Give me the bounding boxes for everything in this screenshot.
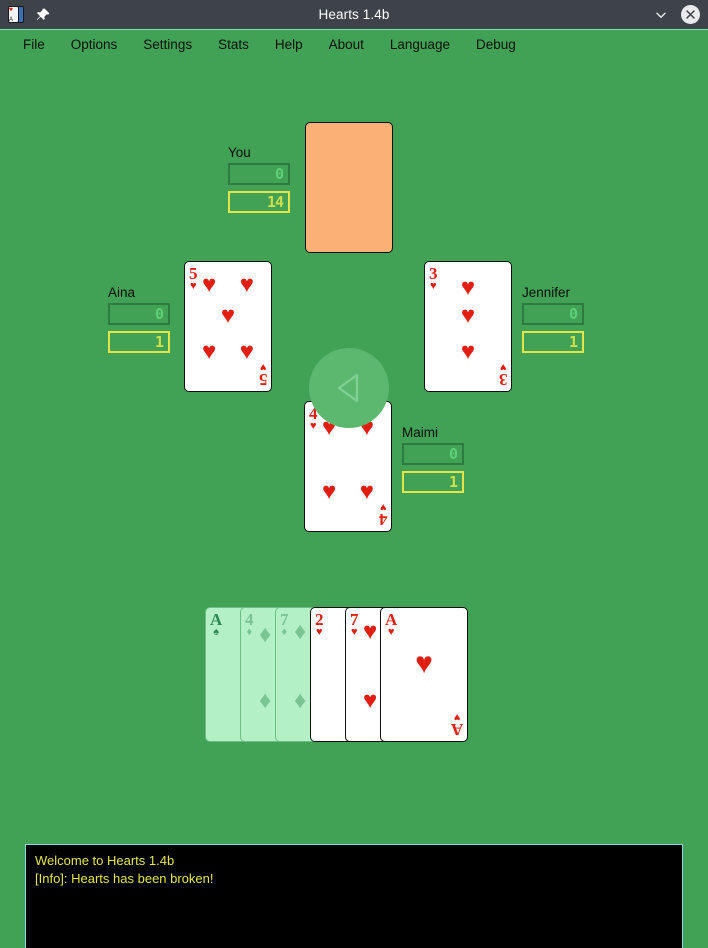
card-pip-hearts: ♥	[239, 271, 255, 299]
turn-direction-indicator	[309, 348, 389, 428]
player-trick-score-maimi: 0	[402, 443, 464, 465]
menu-item-settings[interactable]: Settings	[130, 34, 205, 55]
player-trick-score-jennifer: 0	[522, 303, 584, 325]
player-name-jennifer: Jennifer	[522, 285, 571, 300]
menu-item-about[interactable]: About	[316, 34, 377, 55]
player-total-score-aina: 1	[108, 331, 170, 353]
menu-item-debug[interactable]: Debug	[463, 34, 529, 55]
hand-card-a-hearts[interactable]: A ♥ A ♥ ♥	[380, 607, 468, 742]
player-total-score-maimi: 1	[402, 471, 464, 493]
card-pip-hearts: ♥	[460, 302, 476, 330]
player-panel-you: You 0 14	[228, 145, 290, 213]
menu-item-help[interactable]: Help	[262, 34, 316, 55]
card-pip-hearts: ♥	[359, 478, 375, 506]
card-pip-hearts: ♥	[460, 273, 476, 301]
player-trick-score-aina: 0	[108, 303, 170, 325]
player-panel-aina: Aina 0 1	[108, 285, 170, 353]
card-pips: ♥♥♥♥♥	[185, 262, 271, 391]
title-bar-left-icons: ♥ A	[0, 5, 51, 24]
card-pip-hearts: ♥	[201, 271, 217, 299]
title-bar: ♥ A Hearts 1.4b	[0, 0, 708, 29]
menu-item-language[interactable]: Language	[377, 34, 463, 55]
window-controls	[651, 0, 700, 29]
player-name-maimi: Maimi	[402, 425, 438, 440]
card-pip-diamonds: ♦	[258, 687, 272, 715]
card-pips: ♥ ♥ ♥	[425, 262, 511, 391]
player-total-score-jennifer: 1	[522, 331, 584, 353]
log-line: Welcome to Hearts 1.4b	[35, 853, 175, 868]
player-panel-maimi: Maimi 0 1	[402, 425, 464, 493]
card-pip-hearts: ♥	[239, 338, 255, 366]
card-pip-diamonds: ♦	[258, 620, 272, 648]
chevron-down-icon[interactable]	[651, 5, 671, 25]
card-pip-hearts: ♥	[460, 338, 476, 366]
menu-item-stats[interactable]: Stats	[205, 34, 262, 55]
menu-bar: File Options Settings Stats Help About L…	[0, 29, 708, 59]
card-pip-hearts: ♥	[220, 302, 236, 330]
card-pip-hearts: ♥	[362, 687, 378, 715]
pin-icon[interactable]	[35, 7, 51, 23]
close-icon[interactable]	[681, 5, 700, 24]
card-pip-hearts: ♥	[321, 478, 337, 506]
menu-item-options[interactable]: Options	[58, 34, 131, 55]
player-trick-score-you: 0	[228, 163, 290, 185]
triangle-left-icon	[337, 373, 359, 403]
trick-card-jennifer: 3 ♥ 3 ♥ ♥ ♥ ♥	[424, 261, 512, 392]
message-log-panel[interactable]: Welcome to Hearts 1.4b [Info]: Hearts ha…	[25, 844, 683, 948]
hearts-game-window: ♥A Hearts 1.4b File Options Settings St	[0, 0, 708, 948]
menu-item-file[interactable]: File	[10, 34, 58, 55]
player-name-aina: Aina	[108, 285, 136, 300]
log-line: [Info]: Hearts has been broken!	[35, 871, 214, 886]
player-total-score-you: 14	[228, 191, 290, 213]
playing-cards-icon: ♥ A	[7, 5, 26, 24]
card-pip-hearts: ♥	[201, 338, 217, 366]
window-title: Hearts 1.4b	[318, 7, 390, 22]
card-pips: ♥	[381, 608, 467, 741]
game-table: You 0 14 Aina 0 1 Jennifer 0 1 Maimi 0 1…	[0, 59, 708, 948]
player-name-you: You	[228, 145, 251, 160]
card-pip-diamonds: ♦	[293, 687, 307, 715]
trick-card-aina: 5 ♥ 5 ♥ ♥ ♥ ♥ ♥ ♥	[184, 261, 272, 392]
card-pip-hearts: ♥	[415, 646, 433, 680]
card-pip-hearts: ♥	[362, 617, 378, 645]
player-panel-jennifer: Jennifer 0 1	[522, 285, 584, 353]
card-pip-diamonds: ♦	[293, 617, 307, 645]
trick-card-face-down-you	[305, 122, 393, 253]
